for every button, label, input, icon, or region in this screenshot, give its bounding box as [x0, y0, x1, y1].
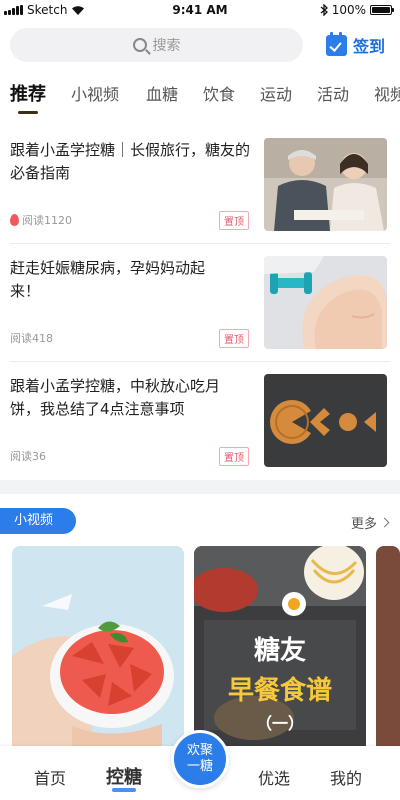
- article-reads: 阅读418: [10, 332, 53, 345]
- pinned-badge: 置顶: [219, 329, 249, 348]
- article-title: 跟着小孟学控糖｜长假旅行，糖友的必备指南: [10, 141, 251, 182]
- video-card-partial[interactable]: [376, 546, 400, 746]
- article-thumbnail: [264, 374, 387, 467]
- article-thumbnail: [264, 138, 387, 231]
- article-title: 跟着小孟学控糖，中秋放心吃月饼，我总结了4点注意事项: [10, 377, 221, 418]
- tab-exercise[interactable]: 运动: [260, 80, 292, 110]
- tab-video[interactable]: 视频: [374, 80, 400, 110]
- tab-recommend[interactable]: 推荐: [10, 80, 46, 114]
- article-meta: 阅读36: [10, 448, 46, 464]
- more-link[interactable]: 更多: [350, 513, 390, 532]
- search-icon: [132, 38, 147, 52]
- category-tabs: 推荐 小视频 血糖 饮食 运动 活动 视频: [0, 80, 400, 120]
- tab-diet[interactable]: 饮食: [203, 80, 235, 110]
- article-item[interactable]: 赶走妊娠糖尿病，孕妈妈动起来！ 阅读418 置顶: [0, 244, 400, 362]
- bluetooth-icon: [320, 4, 328, 16]
- nav-sugar-control[interactable]: 控糖: [106, 763, 142, 792]
- pinned-badge: 置顶: [219, 447, 249, 466]
- article-item[interactable]: 跟着小孟学控糖，中秋放心吃月饼，我总结了4点注意事项 阅读36 置顶: [0, 362, 400, 480]
- battery-icon: [370, 5, 394, 15]
- pinned-badge: 置顶: [219, 211, 249, 230]
- center-label-2: 一糖: [186, 759, 213, 774]
- section-title-badge: 小视频: [0, 508, 76, 534]
- article-thumbnail: [264, 256, 387, 349]
- video-caption-3: （一）: [255, 714, 304, 733]
- hot-flame-icon: [10, 214, 19, 226]
- nav-home[interactable]: 首页: [34, 765, 66, 789]
- center-label-1: 欢聚: [186, 743, 213, 758]
- short-video-section: 小视频 更多 糖友 早餐食谱 （一）: [0, 494, 400, 746]
- video-caption-1: 糖友: [253, 636, 306, 666]
- status-right: 100%: [320, 3, 394, 17]
- article-list: 跟着小孟学控糖｜长假旅行，糖友的必备指南 阅读1120 置顶 赶走妊娠糖尿病，孕…: [0, 126, 400, 480]
- signin-label: 签到: [353, 37, 386, 56]
- more-label: 更多: [350, 517, 377, 532]
- status-bar: Sketch 9:41 AM 100%: [0, 0, 400, 20]
- nav-selected[interactable]: 优选: [258, 765, 290, 789]
- signin-button[interactable]: 签到: [326, 31, 386, 57]
- article-meta: 阅读1120: [10, 212, 72, 228]
- center-community-button[interactable]: 欢聚 一糖: [171, 730, 229, 788]
- article-reads: 阅读36: [10, 450, 46, 463]
- search-placeholder: 搜索: [152, 38, 181, 54]
- battery-percent: 100%: [331, 3, 366, 17]
- article-meta: 阅读418: [10, 330, 53, 346]
- article-title: 赶走妊娠糖尿病，孕妈妈动起来！: [10, 259, 206, 300]
- article-reads: 阅读1120: [22, 214, 72, 227]
- tab-blood-sugar[interactable]: 血糖: [146, 80, 178, 110]
- tab-activity[interactable]: 活动: [317, 80, 349, 110]
- tab-short-video[interactable]: 小视频: [71, 80, 119, 110]
- video-card[interactable]: [12, 546, 184, 746]
- search-bar[interactable]: 搜索: [10, 28, 303, 62]
- chevron-right-icon: [379, 517, 390, 528]
- nav-mine[interactable]: 我的: [330, 765, 362, 789]
- video-card[interactable]: 糖友 早餐食谱 （一）: [194, 546, 366, 746]
- video-caption-2: 早餐食谱: [227, 676, 332, 706]
- header: 搜索 签到 推荐 小视频 血糖 饮食 运动 活动 视频: [0, 20, 400, 126]
- article-item[interactable]: 跟着小孟学控糖｜长假旅行，糖友的必备指南 阅读1120 置顶: [0, 126, 400, 244]
- calendar-check-icon: [326, 31, 347, 56]
